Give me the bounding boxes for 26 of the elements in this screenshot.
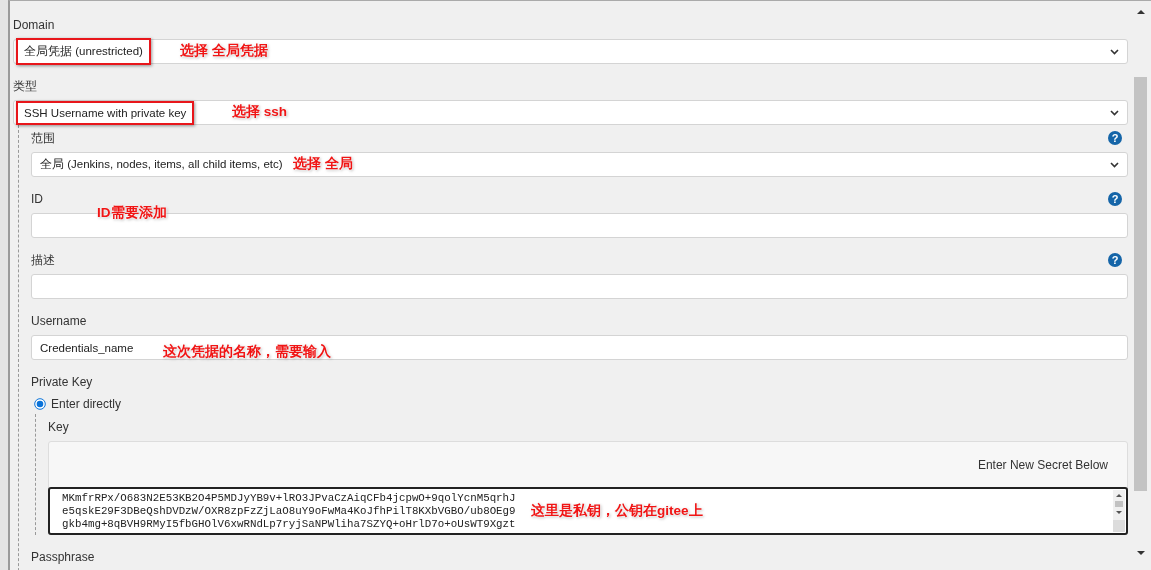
field-label: 类型 bbox=[13, 77, 37, 95]
help-icon[interactable]: ? bbox=[1108, 131, 1122, 145]
radio-button[interactable] bbox=[34, 398, 46, 410]
chevron-down-icon bbox=[1110, 48, 1119, 55]
field-label: Private Key bbox=[31, 375, 93, 389]
field-label: Key bbox=[48, 420, 69, 434]
scrollbar-icon[interactable] bbox=[1113, 490, 1125, 532]
annotation-text: 这里是私钥，公钥在gitee上 bbox=[531, 502, 703, 520]
hint-text: Enter New Secret Below bbox=[977, 458, 1108, 472]
radio-label: Enter directly bbox=[51, 397, 122, 411]
field-label: Username bbox=[31, 314, 87, 328]
help-icon[interactable]: ? bbox=[1108, 192, 1122, 206]
chevron-down-icon bbox=[1110, 109, 1119, 116]
annotation-text: 这次凭据的名称，需要输入 bbox=[163, 343, 331, 361]
help-icon[interactable]: ? bbox=[1108, 253, 1122, 267]
annotation-text: 选择 全局凭据 bbox=[180, 42, 268, 60]
field-label: 描述 bbox=[31, 251, 55, 269]
field-label: Domain bbox=[13, 18, 55, 32]
annotation-text: 选择 ssh bbox=[232, 103, 287, 121]
annotation-text: ID需要添加 bbox=[97, 204, 167, 222]
chevron-down-icon bbox=[1110, 161, 1119, 168]
annotation-text: 选择 全局 bbox=[293, 155, 353, 173]
field-label: ID bbox=[31, 192, 43, 206]
input-field[interactable] bbox=[31, 274, 1128, 299]
field-label: 范围 bbox=[31, 129, 55, 147]
field-label: Passphrase bbox=[31, 550, 95, 564]
